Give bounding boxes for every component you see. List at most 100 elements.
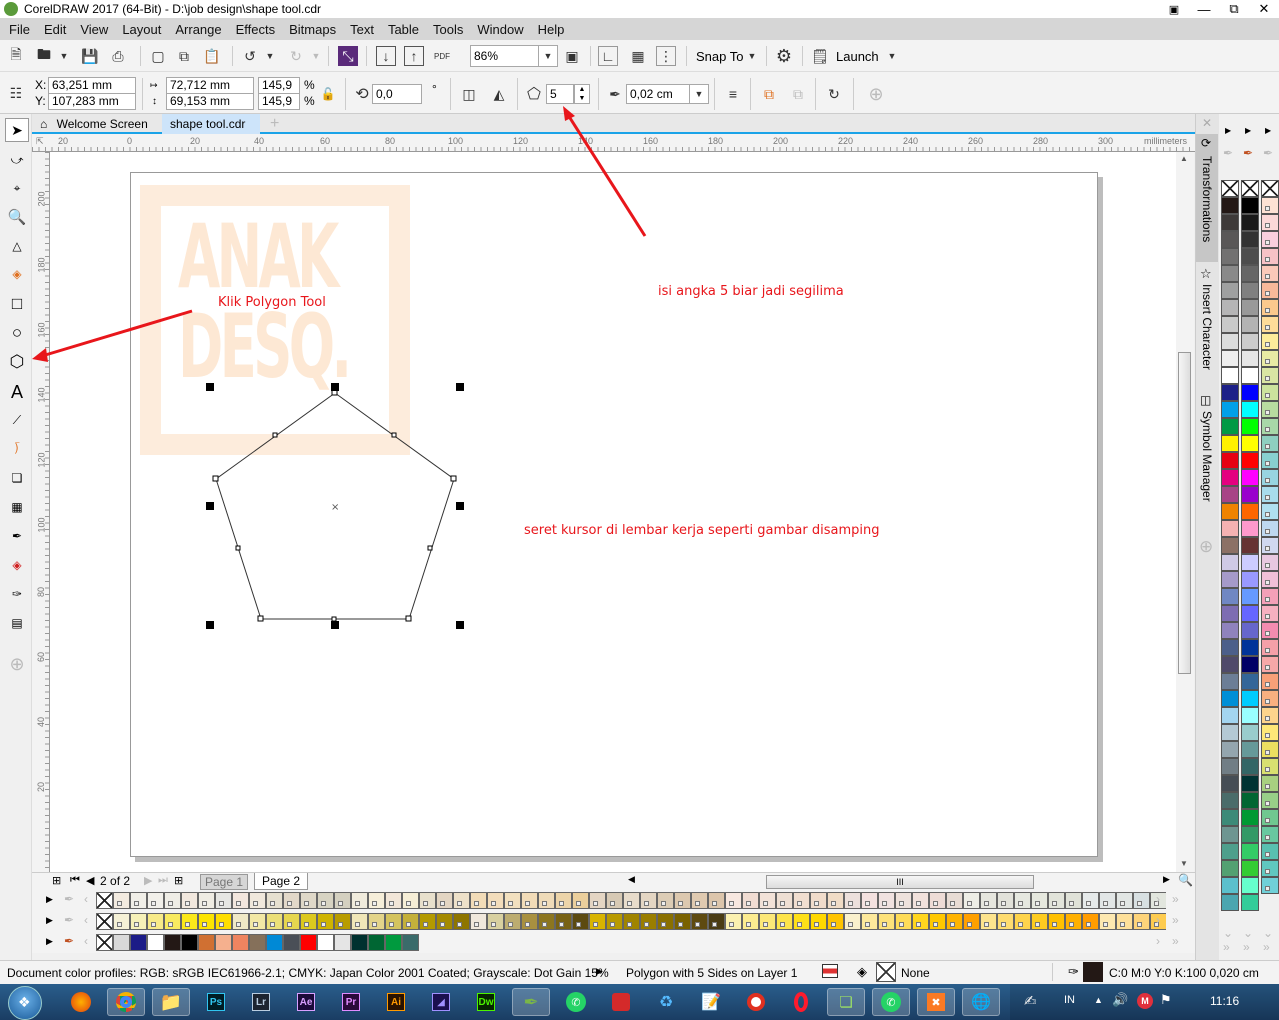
vertical-scrollbar[interactable]: ▲ ▼ bbox=[1176, 152, 1194, 872]
color-swatch[interactable] bbox=[1221, 299, 1239, 316]
smart-drawing-tool[interactable]: ▤ bbox=[5, 611, 29, 635]
color-swatch[interactable] bbox=[1116, 913, 1133, 930]
color-swatch[interactable] bbox=[1241, 265, 1259, 282]
color-swatch[interactable] bbox=[130, 934, 147, 951]
taskbar-whatsapp[interactable]: ✆ bbox=[557, 988, 595, 1016]
status-expand-icon[interactable]: ▶ bbox=[596, 966, 603, 977]
add-page-after-icon[interactable]: ⊞ bbox=[174, 874, 183, 887]
taskbar-messenger[interactable]: ❏ bbox=[827, 988, 865, 1016]
color-swatch[interactable] bbox=[385, 892, 402, 909]
color-swatch[interactable] bbox=[470, 892, 487, 909]
color-swatch[interactable] bbox=[232, 913, 249, 930]
color-swatch[interactable] bbox=[1241, 469, 1259, 486]
color-swatch[interactable] bbox=[1221, 231, 1239, 248]
docker-close-icon[interactable]: ✕ bbox=[1202, 116, 1212, 130]
color-swatch[interactable] bbox=[1241, 452, 1259, 469]
menu-help[interactable]: Help bbox=[533, 22, 574, 37]
color-swatch[interactable] bbox=[1241, 707, 1259, 724]
color-swatch[interactable] bbox=[1221, 554, 1239, 571]
color-swatch[interactable] bbox=[1221, 214, 1239, 231]
vertical-ruler[interactable]: 200 180 160 140 120 100 80 60 40 20 bbox=[32, 152, 50, 872]
copy-icon[interactable]: ⧉ bbox=[174, 46, 194, 66]
palette-menu-icon[interactable]: ▶ bbox=[46, 936, 53, 947]
zoom-tool[interactable]: 🔍 bbox=[5, 205, 29, 229]
color-swatch[interactable] bbox=[640, 892, 657, 909]
tab-welcome-screen[interactable]: ⌂ Welcome Screen bbox=[32, 114, 162, 134]
color-swatch[interactable] bbox=[844, 892, 861, 909]
color-swatch[interactable] bbox=[1261, 792, 1279, 809]
color-swatch[interactable] bbox=[895, 913, 912, 930]
color-swatch[interactable] bbox=[827, 892, 844, 909]
color-swatch[interactable] bbox=[1261, 452, 1279, 469]
color-swatch[interactable] bbox=[1241, 435, 1259, 452]
color-eyedropper-tool[interactable]: ✒ bbox=[5, 524, 29, 548]
snap-to-button[interactable]: Snap To bbox=[696, 49, 743, 64]
color-swatch[interactable] bbox=[776, 892, 793, 909]
color-swatch[interactable] bbox=[1261, 248, 1279, 265]
color-swatch[interactable] bbox=[810, 913, 827, 930]
color-swatch[interactable] bbox=[1241, 758, 1259, 775]
color-swatch[interactable] bbox=[317, 892, 334, 909]
taskbar-xampp[interactable]: ✖ bbox=[917, 988, 955, 1016]
fill-bucket-icon[interactable]: ◈ bbox=[857, 964, 867, 980]
menu-arrange[interactable]: Arrange bbox=[170, 22, 230, 37]
color-swatch[interactable] bbox=[1221, 350, 1239, 367]
user-account-icon[interactable]: ▣ bbox=[1159, 3, 1189, 16]
color-swatch[interactable] bbox=[827, 913, 844, 930]
color-swatch[interactable] bbox=[1221, 639, 1239, 656]
clock-time[interactable]: 11:16 bbox=[1210, 994, 1239, 1008]
previous-page-icon[interactable]: ◀ bbox=[86, 874, 94, 887]
mirror-horizontal-icon[interactable]: ◫ bbox=[459, 84, 479, 104]
color-swatch[interactable] bbox=[1031, 913, 1048, 930]
color-swatch[interactable] bbox=[164, 892, 181, 909]
color-swatch[interactable] bbox=[351, 913, 368, 930]
color-swatch[interactable] bbox=[1241, 605, 1259, 622]
color-swatch[interactable] bbox=[1241, 588, 1259, 605]
no-color-swatch[interactable] bbox=[96, 913, 113, 930]
new-tab-button[interactable]: + bbox=[262, 114, 287, 134]
open-icon[interactable]: 🖿 bbox=[34, 46, 54, 66]
color-swatch[interactable] bbox=[1065, 892, 1082, 909]
minimize-button[interactable]: — bbox=[1189, 2, 1219, 17]
width-input[interactable]: 72,712 mm bbox=[166, 77, 254, 94]
color-swatch[interactable] bbox=[1261, 520, 1279, 537]
color-swatch[interactable] bbox=[215, 892, 232, 909]
color-swatch[interactable] bbox=[249, 913, 266, 930]
color-swatch[interactable] bbox=[1261, 741, 1279, 758]
color-swatch[interactable] bbox=[1221, 860, 1239, 877]
color-swatch[interactable] bbox=[708, 913, 725, 930]
ellipse-tool[interactable]: ○ bbox=[5, 321, 29, 345]
dimension-tool[interactable]: ⟋ bbox=[5, 408, 29, 432]
color-swatch[interactable] bbox=[997, 892, 1014, 909]
palette-scroll-down-icon[interactable]: ⌄ bbox=[1243, 926, 1253, 940]
restore-button[interactable]: ⧉ bbox=[1219, 1, 1249, 17]
color-swatch[interactable] bbox=[1221, 537, 1239, 554]
color-swatch[interactable] bbox=[1261, 282, 1279, 299]
color-swatch[interactable] bbox=[249, 892, 266, 909]
color-swatch[interactable] bbox=[419, 892, 436, 909]
first-page-icon[interactable]: ⏮ bbox=[70, 874, 80, 887]
palette-scroll-down-icon[interactable]: ⌄ bbox=[1263, 926, 1273, 940]
object-origin-icon[interactable]: ☷ bbox=[6, 83, 26, 103]
color-swatch[interactable] bbox=[555, 913, 572, 930]
crop-tool[interactable]: ⌖ bbox=[5, 176, 29, 200]
color-swatch[interactable] bbox=[385, 913, 402, 930]
smart-fill-tool[interactable]: ◈ bbox=[5, 262, 29, 286]
mirror-vertical-icon[interactable]: ◭ bbox=[489, 84, 509, 104]
color-swatch[interactable] bbox=[300, 892, 317, 909]
height-input[interactable]: 69,153 mm bbox=[166, 93, 254, 110]
no-color-swatch[interactable] bbox=[1241, 180, 1259, 197]
color-swatch[interactable] bbox=[1241, 571, 1259, 588]
color-swatch[interactable] bbox=[1082, 913, 1099, 930]
launch-button[interactable]: Launch bbox=[836, 49, 879, 64]
palette-eyedropper-icon[interactable]: ✒ bbox=[64, 934, 74, 948]
color-swatch[interactable] bbox=[232, 892, 249, 909]
polygon-tool[interactable]: ⬡ bbox=[5, 350, 29, 374]
color-swatch[interactable] bbox=[1241, 639, 1259, 656]
menu-view[interactable]: View bbox=[75, 22, 117, 37]
color-swatch[interactable] bbox=[1261, 622, 1279, 639]
print-icon[interactable]: ⎙ bbox=[108, 46, 128, 66]
color-swatch[interactable] bbox=[1261, 367, 1279, 384]
color-swatch[interactable] bbox=[980, 913, 997, 930]
color-swatch[interactable] bbox=[283, 892, 300, 909]
